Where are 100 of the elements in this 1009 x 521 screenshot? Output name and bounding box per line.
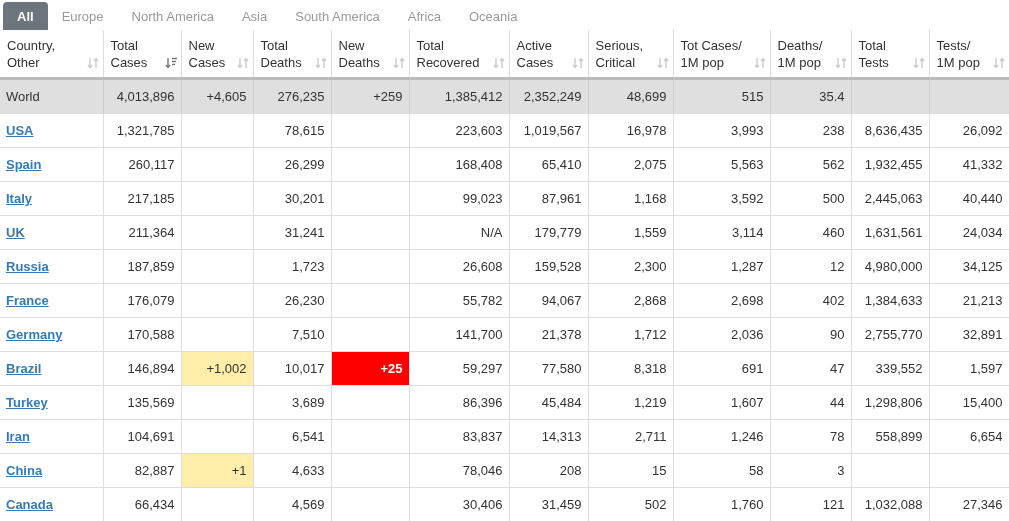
table-cell: 121 <box>770 487 851 521</box>
table-cell: 159,528 <box>509 249 588 284</box>
table-cell: 3,689 <box>253 385 331 420</box>
table-cell: 8,636,435 <box>851 113 929 148</box>
table-cell: 3 <box>770 453 851 488</box>
table-cell: 15,400 <box>929 385 1009 420</box>
table-cell: +4,605 <box>181 78 253 114</box>
table-cell: 47 <box>770 351 851 386</box>
table-cell <box>181 181 253 216</box>
table-cell: 14,313 <box>509 419 588 454</box>
table-cell: 402 <box>770 283 851 318</box>
region-tab[interactable]: Africa <box>393 2 455 30</box>
country-link[interactable]: China <box>6 463 43 478</box>
table-cell <box>181 419 253 454</box>
table-cell: 59,297 <box>409 351 509 386</box>
region-tab[interactable]: North America <box>117 2 228 30</box>
region-tab[interactable]: Oceania <box>455 2 532 30</box>
table-cell: 208 <box>509 453 588 488</box>
table-cell: 82,887 <box>103 453 181 488</box>
table-cell: 1,760 <box>673 487 770 521</box>
country-link[interactable]: France <box>6 293 49 308</box>
table-cell: 460 <box>770 215 851 250</box>
column-title: Active Cases <box>516 36 554 71</box>
table-cell: 500 <box>770 181 851 216</box>
table-cell: 40,440 <box>929 181 1009 216</box>
table-cell: 78 <box>770 419 851 454</box>
column-title: Tests/ 1M pop <box>936 36 980 71</box>
table-cell: 2,755,770 <box>851 317 929 352</box>
table-cell: 1,219 <box>588 385 673 420</box>
column-title: Tot Cases/ 1M pop <box>680 36 742 71</box>
table-cell: 2,711 <box>588 419 673 454</box>
table-cell: 1,168 <box>588 181 673 216</box>
country-link[interactable]: Spain <box>6 157 42 172</box>
column-title: Deaths/ 1M pop <box>777 36 823 71</box>
table-cell: 48,699 <box>588 78 673 114</box>
region-tab[interactable]: All <box>3 2 48 30</box>
table-cell: 238 <box>770 113 851 148</box>
table-cell: 1,631,561 <box>851 215 929 250</box>
country-link[interactable]: Canada <box>6 497 53 512</box>
table-cell: 1,932,455 <box>851 147 929 182</box>
table-cell: 187,859 <box>103 249 181 284</box>
table-cell: 26,092 <box>929 113 1009 148</box>
table-cell: 4,980,000 <box>851 249 929 284</box>
table-cell: 2,036 <box>673 317 770 352</box>
table-cell: 1,712 <box>588 317 673 352</box>
table-cell: 30,406 <box>409 487 509 521</box>
table-cell: 58 <box>673 453 770 488</box>
table-cell: 2,868 <box>588 283 673 318</box>
table-cell: 1,559 <box>588 215 673 250</box>
table-cell: 6,654 <box>929 419 1009 454</box>
column-title: Total Deaths <box>260 36 302 71</box>
country-link[interactable]: Germany <box>6 327 63 342</box>
table-cell: 15 <box>588 453 673 488</box>
column-title: Total Cases <box>110 36 148 71</box>
table-cell: 24,034 <box>929 215 1009 250</box>
table-cell: 21,378 <box>509 317 588 352</box>
region-name: World <box>6 89 40 104</box>
country-link[interactable]: Turkey <box>6 395 48 410</box>
table-cell: 44 <box>770 385 851 420</box>
table-cell: 12 <box>770 249 851 284</box>
table-cell: 1,597 <box>929 351 1009 386</box>
table-cell: +1,002 <box>181 351 253 386</box>
sort-icon[interactable] <box>164 56 177 69</box>
table-cell: 1,723 <box>253 249 331 284</box>
table-cell: 31,459 <box>509 487 588 521</box>
column-title: New Cases <box>188 36 226 71</box>
table-cell: 77,580 <box>509 351 588 386</box>
country-link[interactable]: Italy <box>6 191 32 206</box>
country-link[interactable]: UK <box>6 225 25 240</box>
table-cell: 1,321,785 <box>103 113 181 148</box>
table-cell: 55,782 <box>409 283 509 318</box>
region-tab[interactable]: Europe <box>47 2 118 30</box>
region-tab[interactable]: Asia <box>227 2 282 30</box>
table-cell: 78,046 <box>409 453 509 488</box>
table-cell: 339,552 <box>851 351 929 386</box>
table-cell: 2,352,249 <box>509 78 588 114</box>
country-link[interactable]: Iran <box>6 429 30 444</box>
table-cell: 78,615 <box>253 113 331 148</box>
table-cell: 30,201 <box>253 181 331 216</box>
table-cell: 276,235 <box>253 78 331 114</box>
column-title: Country, Other <box>7 36 56 71</box>
column-title: Total Recovered <box>416 36 480 71</box>
country-link[interactable]: USA <box>6 123 34 138</box>
region-tab[interactable]: South America <box>281 2 394 30</box>
table-cell: 16,978 <box>588 113 673 148</box>
table-cell: 3,993 <box>673 113 770 148</box>
column-title: Total Tests <box>858 36 889 71</box>
table-cell: 562 <box>770 147 851 182</box>
table-cell: 26,230 <box>253 283 331 318</box>
table-cell: 31,241 <box>253 215 331 250</box>
table-cell: 27,346 <box>929 487 1009 521</box>
table-cell: 66,434 <box>103 487 181 521</box>
table-cell: 86,396 <box>409 385 509 420</box>
country-link[interactable]: Russia <box>6 259 49 274</box>
table-cell: 1,607 <box>673 385 770 420</box>
table-cell: 217,185 <box>103 181 181 216</box>
table-cell: 211,364 <box>103 215 181 250</box>
country-link[interactable]: Brazil <box>6 361 42 376</box>
table-cell: 8,318 <box>588 351 673 386</box>
table-cell: 1,298,806 <box>851 385 929 420</box>
